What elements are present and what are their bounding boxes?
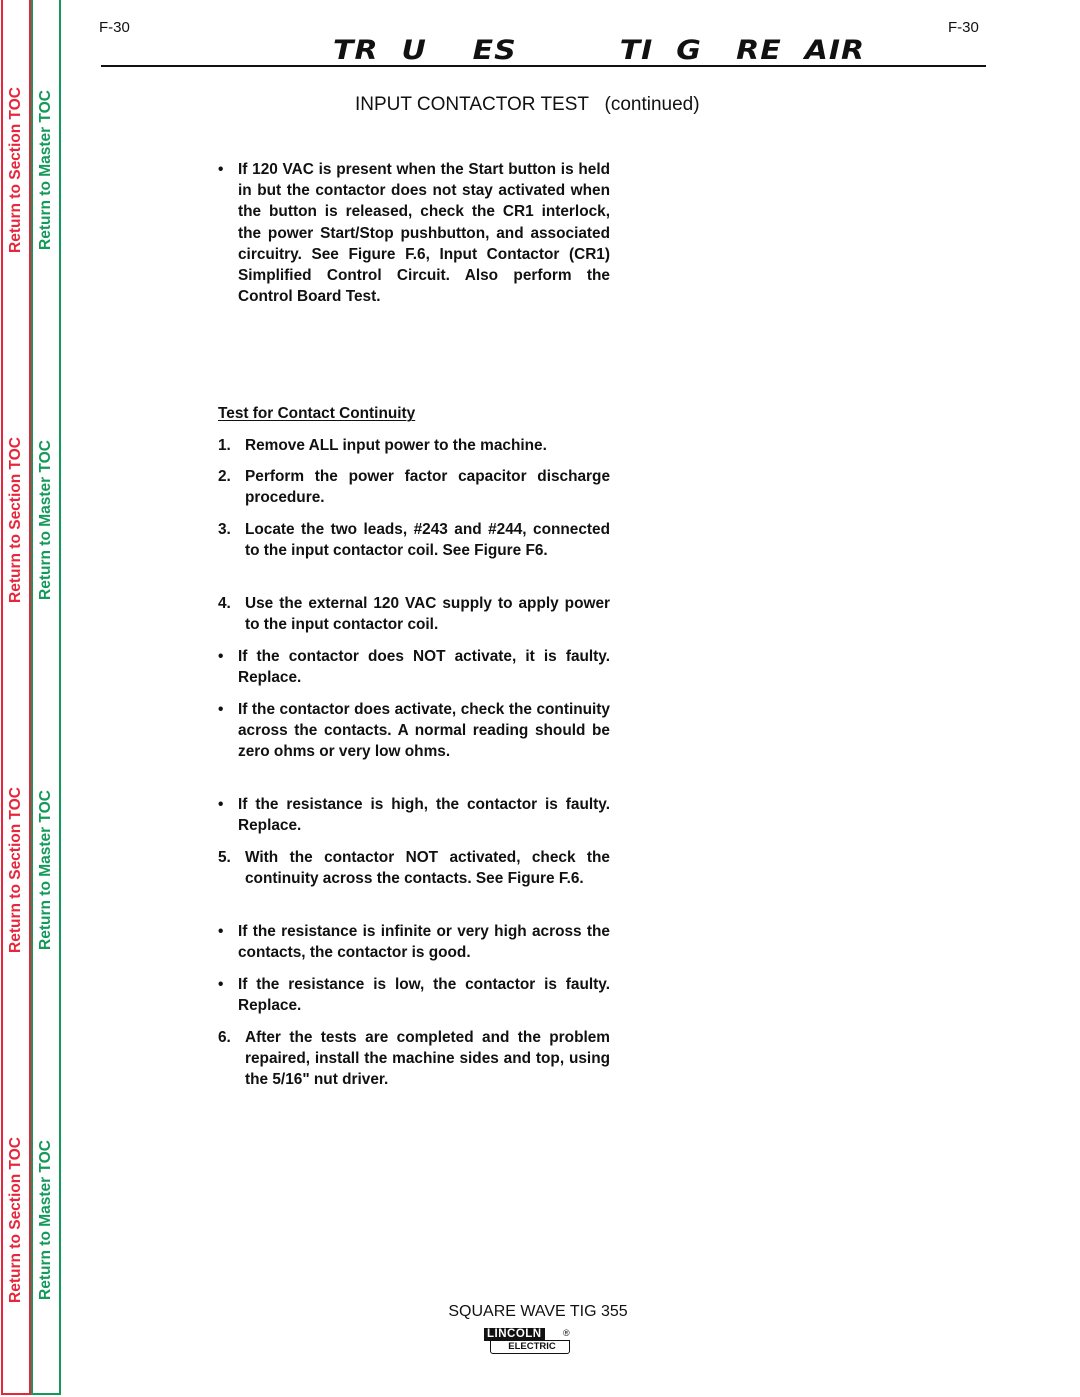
bullet-text: If the resistance is low, the contactor … xyxy=(238,976,610,1015)
bullet-text: If the resistance is infinite or very hi… xyxy=(238,923,610,962)
bullet-mark: • xyxy=(218,701,224,718)
page-number-left: F-30 xyxy=(99,19,130,36)
return-to-master-toc-link[interactable]: Return to Master TOC xyxy=(33,1110,59,1330)
bullet-mark: • xyxy=(218,976,224,993)
section-heading: Test for Contact Continuity xyxy=(218,405,416,422)
link-label: Return to Section TOC xyxy=(7,437,25,603)
bullet-item: • If the resistance is low, the contacto… xyxy=(218,974,610,1016)
return-to-section-toc-link[interactable]: Return to Section TOC xyxy=(3,60,29,280)
logo-electric-text: ELECTRIC xyxy=(490,1340,570,1354)
section-toc-tab-strip: Return to Section TOC Return to Section … xyxy=(1,0,31,1395)
master-toc-tab-strip: Return to Master TOC Return to Master TO… xyxy=(31,0,61,1395)
bullet-mark: • xyxy=(218,161,224,178)
step-item: 3. Locate the two leads, #243 and #244, … xyxy=(218,519,610,561)
link-label: Return to Master TOC xyxy=(37,90,54,250)
bullet-text: If the resistance is high, the contactor… xyxy=(238,796,610,835)
step-number: 1. xyxy=(218,437,231,454)
bullet-mark: • xyxy=(218,923,224,940)
return-to-master-toc-link[interactable]: Return to Master TOC xyxy=(33,760,59,980)
return-to-master-toc-link[interactable]: Return to Master TOC xyxy=(33,60,59,280)
return-to-section-toc-link[interactable]: Return to Section TOC xyxy=(3,410,29,630)
step-text: With the contactor NOT activated, check … xyxy=(245,849,610,888)
step-number: 4. xyxy=(218,595,231,612)
section-subtitle: INPUT CONTACTOR TEST (continued) xyxy=(355,94,700,115)
link-label: Return to Master TOC xyxy=(37,1140,54,1300)
model-label: SQUARE WAVE TIG 355 xyxy=(448,1303,628,1320)
return-to-section-toc-link[interactable]: Return to Section TOC xyxy=(3,760,29,980)
bullet-item: • If the resistance is high, the contact… xyxy=(218,794,610,836)
step-number: 3. xyxy=(218,521,231,538)
step-number: 2. xyxy=(218,468,231,485)
link-label: Return to Section TOC xyxy=(7,87,25,253)
link-label: Return to Master TOC xyxy=(37,440,54,600)
intro-bullet-item: • If 120 VAC is present when the Start b… xyxy=(218,159,610,307)
bullet-item: • If the contactor does activate, check … xyxy=(218,699,610,763)
link-label: Return to Master TOC xyxy=(37,790,54,950)
step-text: Use the external 120 VAC supply to apply… xyxy=(245,595,610,634)
return-to-master-toc-link[interactable]: Return to Master TOC xyxy=(33,410,59,630)
bullet-mark: • xyxy=(218,796,224,813)
link-label: Return to Section TOC xyxy=(7,1137,25,1303)
step-number: 5. xyxy=(218,849,231,866)
lincoln-electric-logo: LINCOLN ® ELECTRIC xyxy=(484,1328,572,1356)
step-item: 1. Remove ALL input power to the machine… xyxy=(218,435,610,456)
link-label: Return to Section TOC xyxy=(7,787,25,953)
bullet-text: If the contactor does activate, check th… xyxy=(238,701,610,761)
return-to-section-toc-link[interactable]: Return to Section TOC xyxy=(3,1110,29,1330)
bullet-item: • If the contactor does NOT activate, it… xyxy=(218,646,610,688)
header-divider xyxy=(101,65,986,67)
step-item: 5. With the contactor NOT activated, che… xyxy=(218,847,610,889)
step-item: 4. Use the external 120 VAC supply to ap… xyxy=(218,593,610,635)
step-text: Locate the two leads, #243 and #244, con… xyxy=(245,521,610,560)
bullet-item: • If the resistance is infinite or very … xyxy=(218,921,610,963)
page-number-right: F-30 xyxy=(948,19,979,36)
registered-mark: ® xyxy=(563,1328,570,1338)
bullet-text: If 120 VAC is present when the Start but… xyxy=(238,161,610,306)
step-number: 6. xyxy=(218,1029,231,1046)
step-text: After the tests are completed and the pr… xyxy=(245,1029,610,1089)
bullet-mark: • xyxy=(218,648,224,665)
step-item: 6. After the tests are completed and the… xyxy=(218,1027,610,1091)
step-text: Remove ALL input power to the machine. xyxy=(245,437,547,454)
bullet-text: If the contactor does NOT activate, it i… xyxy=(238,648,610,687)
step-item: 2. Perform the power factor capacitor di… xyxy=(218,466,610,508)
footer-model-name: SQUARE WAVE TIG 355 xyxy=(0,1303,1080,1321)
chapter-title: TR U ES TI G RE AIR xyxy=(333,34,866,67)
step-text: Perform the power factor capacitor disch… xyxy=(245,468,610,507)
